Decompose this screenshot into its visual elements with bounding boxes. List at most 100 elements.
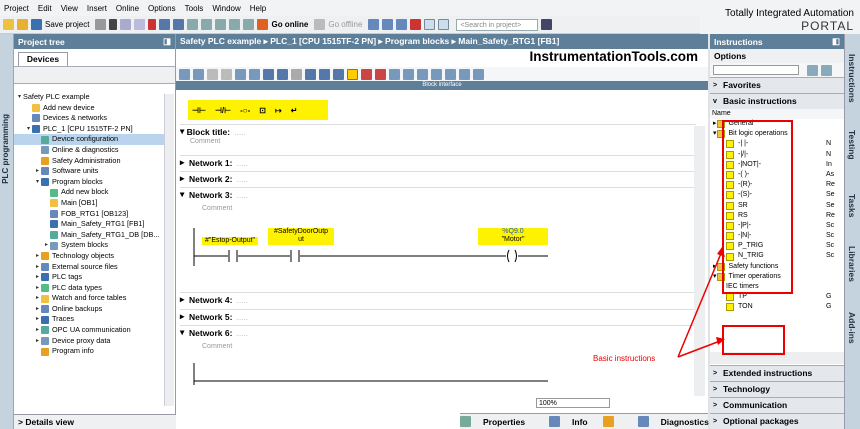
print-icon[interactable] <box>95 19 107 30</box>
pane-extended-instructions[interactable]: > Extended instructions <box>710 365 844 381</box>
delete-icon[interactable] <box>148 19 157 30</box>
network-6[interactable]: ▾ Network 6:..... <box>180 325 696 339</box>
tree-item[interactable]: ▸ Technology objects <box>14 251 164 262</box>
name-column-header[interactable]: Name <box>710 109 844 119</box>
compile-icon[interactable] <box>201 19 213 30</box>
tree-item[interactable]: ▸ Software units <box>14 166 164 177</box>
tree-item[interactable]: Device configuration <box>14 134 164 145</box>
tree-expand-icon[interactable]: ▸ <box>43 240 50 251</box>
open-project-icon[interactable] <box>17 19 28 30</box>
editor-tool-icon[interactable] <box>319 68 330 80</box>
instruction-item[interactable]: TON G <box>710 302 844 312</box>
tree-item[interactable]: ▸ Device proxy data <box>14 336 164 347</box>
accessible-devices-icon[interactable] <box>368 19 380 30</box>
network-5[interactable]: ▸ Network 5:..... <box>180 309 696 323</box>
menu-edit[interactable]: Edit <box>38 4 52 13</box>
left-portal-tab[interactable]: PLC programming <box>0 34 14 429</box>
details-view-pane[interactable]: > Details view <box>14 414 176 429</box>
tree-item[interactable]: Program info <box>14 346 164 357</box>
tree-expand-icon[interactable]: ▾ <box>34 177 41 188</box>
stop-cpu-icon[interactable] <box>396 19 408 30</box>
tree-item[interactable]: ▾ Safety PLC example <box>14 92 164 103</box>
split-icon[interactable] <box>187 19 199 30</box>
collapse-icon[interactable]: ◧ <box>832 36 840 47</box>
editor-tool-icon[interactable] <box>473 68 484 80</box>
network-3[interactable]: ▾ Network 3:..... <box>180 187 696 201</box>
go-offline-button[interactable]: Go offline <box>314 19 362 30</box>
estop-output-tag[interactable]: #"Estop-Output" <box>202 237 258 245</box>
empty-box-icon[interactable]: ⊡ <box>259 106 266 115</box>
close-branch-icon[interactable]: ↵ <box>291 106 298 115</box>
tree-item[interactable]: ▾ PLC_1 [CPU 1515TF-2 PN] <box>14 124 164 135</box>
tab-tasks[interactable]: Tasks <box>847 194 857 217</box>
editor-tool-icon[interactable] <box>431 68 442 80</box>
editor-tool-icon[interactable] <box>305 68 316 80</box>
coil-icon[interactable]: -○- <box>240 106 250 115</box>
editor-tool-icon[interactable] <box>221 68 232 80</box>
tree-item[interactable]: ▸ System blocks <box>14 240 164 251</box>
start-cpu-icon[interactable] <box>382 19 394 30</box>
options-row[interactable]: Options <box>710 49 844 63</box>
tree-item[interactable]: ▸ Online backups <box>14 304 164 315</box>
pane-basic-instructions[interactable]: v Basic instructions <box>710 93 844 109</box>
menu-online[interactable]: Online <box>116 4 139 13</box>
tree-item[interactable]: Online & diagnostics <box>14 145 164 156</box>
tree-item[interactable]: ▸ Watch and force tables <box>14 293 164 304</box>
tab-devices[interactable]: Devices <box>18 52 68 66</box>
upload-icon[interactable] <box>229 19 241 30</box>
network-4[interactable]: ▸ Network 4:..... <box>180 292 696 306</box>
block-comment[interactable]: Comment <box>190 138 710 145</box>
search-icon[interactable] <box>541 19 553 30</box>
collapse-icon[interactable]: ◨ <box>163 36 171 47</box>
tab-libraries[interactable]: Libraries <box>847 246 857 282</box>
save-project-button[interactable]: Save project <box>31 19 89 30</box>
undo-icon[interactable] <box>159 19 171 30</box>
copy-icon[interactable] <box>120 19 132 30</box>
editor-tool-icon[interactable] <box>249 68 260 80</box>
pane-optional-packages[interactable]: > Optional packages <box>710 413 844 429</box>
tree-item[interactable]: ▸ External source files <box>14 262 164 273</box>
menu-insert[interactable]: Insert <box>87 4 107 13</box>
tab-diagnostics[interactable]: Diagnostics <box>637 416 721 427</box>
tree-item[interactable]: Add new block <box>14 187 164 198</box>
view-icon[interactable] <box>807 64 818 76</box>
menu-tools[interactable]: Tools <box>185 4 204 13</box>
tree-expand-icon[interactable]: ▸ <box>34 304 41 315</box>
editor-tool-icon[interactable] <box>361 68 372 80</box>
download-icon[interactable] <box>215 19 227 30</box>
tree-item[interactable]: ▸ PLC tags <box>14 272 164 283</box>
paste-icon[interactable] <box>134 19 146 30</box>
motor-coil-tag[interactable]: %Q9.0 "Motor" <box>478 228 548 245</box>
tree-expand-icon[interactable]: ▸ <box>34 336 41 347</box>
simulation-icon[interactable] <box>243 19 255 30</box>
editor-tool-icon[interactable] <box>403 68 414 80</box>
network-2[interactable]: ▸ Network 2:..... <box>180 171 696 185</box>
split-vertical-icon[interactable] <box>438 19 450 30</box>
project-tree-scrollbar[interactable] <box>164 94 174 406</box>
network-6-comment[interactable]: Comment <box>202 343 722 350</box>
tree-expand-icon[interactable]: ▸ <box>34 283 41 294</box>
tree-item[interactable]: Add new device <box>14 103 164 114</box>
zoom-select[interactable]: 100% <box>536 398 610 408</box>
tree-expand-icon[interactable]: ▸ <box>34 293 41 304</box>
cross-reference-icon[interactable] <box>410 19 422 30</box>
open-branch-icon[interactable]: ↦ <box>275 106 282 115</box>
search-project-input[interactable]: <Search in project> <box>456 18 539 31</box>
block-interface-bar[interactable]: Block interface <box>176 81 708 90</box>
editor-tool-icon[interactable] <box>207 68 218 80</box>
redo-icon[interactable] <box>173 19 185 30</box>
tree-item[interactable]: ▸ Traces <box>14 314 164 325</box>
tree-item[interactable]: ▸ OPC UA communication <box>14 325 164 336</box>
menu-help[interactable]: Help <box>250 4 266 13</box>
safety-door-output-tag[interactable]: #SafetyDoorOutp ut <box>268 228 334 245</box>
editor-tool-icon[interactable] <box>445 68 456 80</box>
editor-tool-icon[interactable] <box>193 68 204 80</box>
tab-info[interactable]: Info <box>549 416 626 427</box>
menu-window[interactable]: Window <box>212 4 240 13</box>
normally-open-contact-icon[interactable]: ⊣⊢ <box>192 106 206 115</box>
editor-tool-icon[interactable] <box>277 68 288 80</box>
menu-project[interactable]: Project <box>4 4 29 13</box>
tree-expand-icon[interactable]: ▸ <box>34 314 41 325</box>
editor-tool-icon[interactable] <box>263 68 274 80</box>
editor-tool-icon[interactable] <box>375 68 386 80</box>
